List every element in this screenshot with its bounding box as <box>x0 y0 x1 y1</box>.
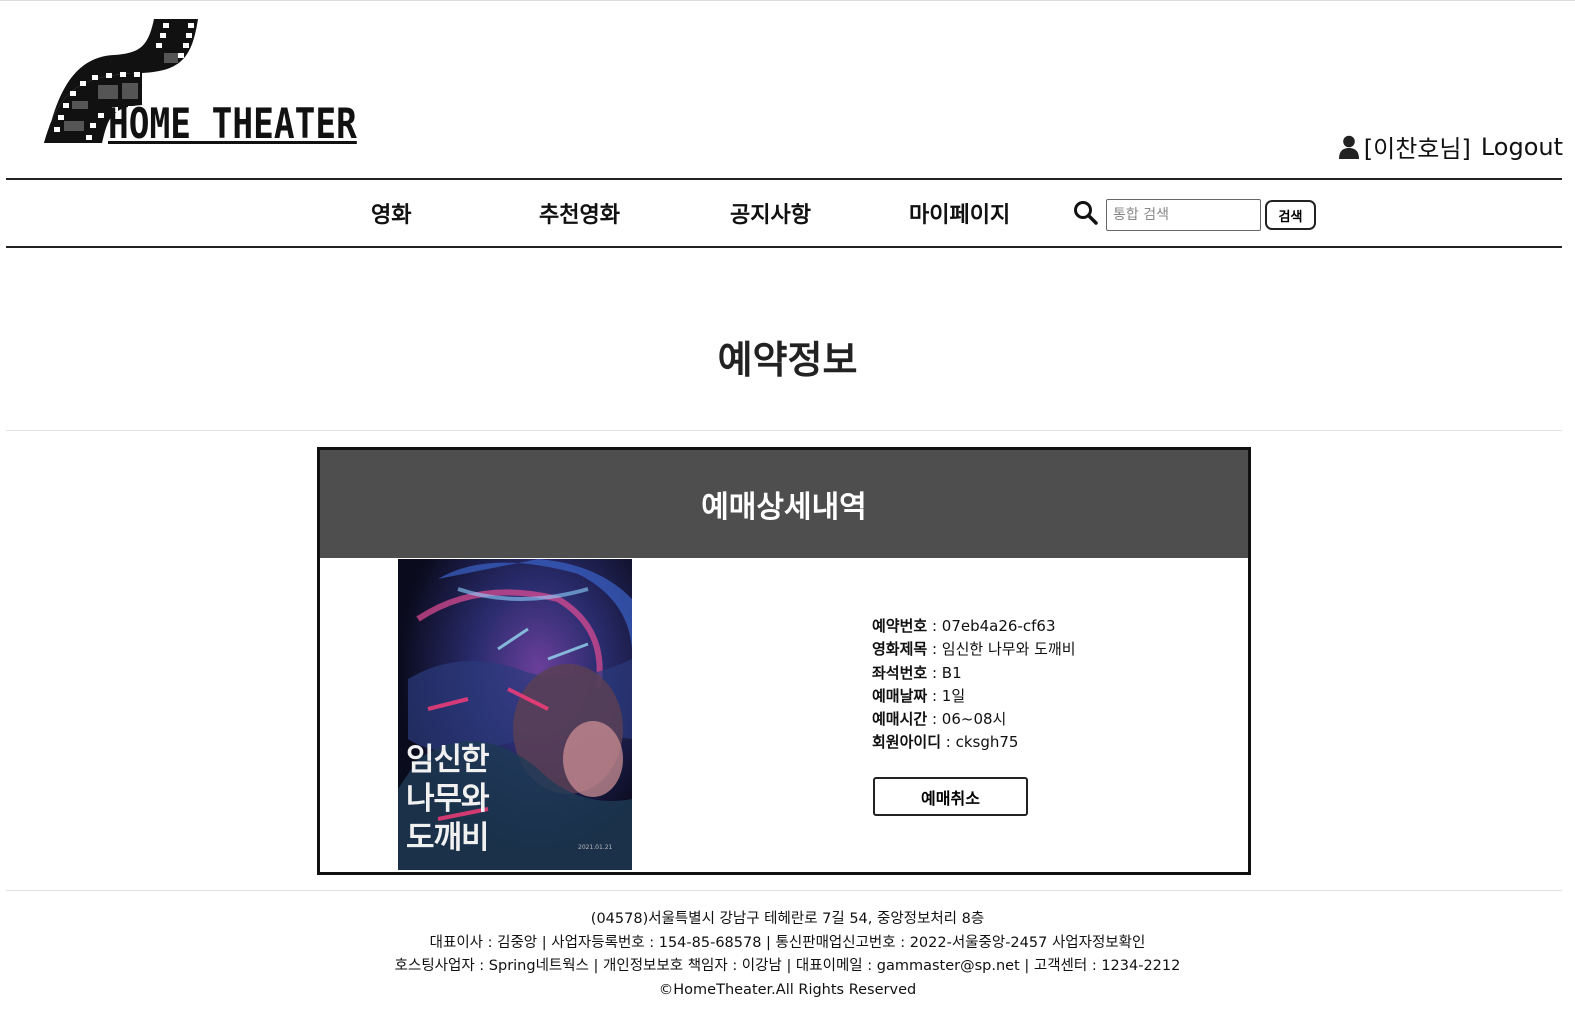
nav-item-mypage[interactable]: 마이페이지 <box>909 197 1010 229</box>
search-input[interactable] <box>1106 199 1261 231</box>
detail-row-reservation-time: 예매시간 : 06~08시 <box>872 710 1007 729</box>
search-icon[interactable] <box>1073 200 1099 230</box>
detail-row-member-id: 회원아이디 : cksgh75 <box>872 733 1019 752</box>
reservation-detail-card: 예매상세내역 2021.01.21 임신한 나무와 도깨비 예약번호: 07e… <box>317 447 1251 875</box>
user-area: [이찬호님] Logout <box>1338 129 1563 164</box>
page-title: 예약정보 <box>717 338 858 382</box>
search-button[interactable]: 검색 <box>1265 200 1316 230</box>
detail-row-seat-number: 좌석번호 : B1 <box>872 663 962 682</box>
cancel-reservation-button[interactable]: 예매취소 <box>873 777 1028 816</box>
home-theater-logo[interactable]: HOME THEATER <box>42 17 382 149</box>
reservation-details: 예약번호 : 07eb4a26-cf63 영화제목 : 임신한 나무와 도깨비 … <box>872 615 1076 755</box>
detail-row-reservation-number: 예약번호 : 07eb4a26-cf63 <box>872 617 1056 635</box>
svg-text:2021.01.21: 2021.01.21 <box>578 844 613 851</box>
poster-title: 임신한 나무와 도깨비 <box>406 742 490 856</box>
nav-divider-bottom <box>6 246 1562 248</box>
footer-address: (04578)서울특별시 강남구 테헤란로 7길 54, 중앙정보처리 8층 <box>590 911 985 927</box>
movie-poster: 2021.01.21 임신한 나무와 도깨비 <box>398 559 632 870</box>
user-icon <box>1338 135 1359 159</box>
section-divider <box>6 430 1562 431</box>
footer: (04578)서울특별시 강남구 테헤란로 7길 54, 중앙정보처리 8층 대… <box>0 908 1575 1002</box>
footer-hosting-info: 호스팅사업자 : Spring네트웍스 | 개인정보보호 책임자 : 이강남 |… <box>394 958 1181 974</box>
detail-row-reservation-date: 예매날짜 : 1일 <box>872 686 966 705</box>
logo-text: HOME THEATER <box>108 99 357 148</box>
logout-link[interactable]: Logout <box>1481 133 1563 161</box>
detail-row-movie-title: 영화제목 : 임신한 나무와 도깨비 <box>872 640 1076 659</box>
nav-item-recommended[interactable]: 추천영화 <box>539 197 620 229</box>
card-title: 예매상세내역 <box>320 450 1248 558</box>
footer-copyright: ©HomeTheater.All Rights Reserved <box>658 981 917 998</box>
footer-divider <box>6 890 1562 891</box>
nav-item-movies[interactable]: 영화 <box>371 197 411 229</box>
user-name-link[interactable]: [이찬호님] <box>1364 129 1471 164</box>
nav-divider-top <box>6 178 1562 180</box>
nav-item-notices[interactable]: 공지사항 <box>730 197 811 229</box>
footer-company-info: 대표이사 : 김중앙 | 사업자등록번호 : 154-85-68578 | 통신… <box>429 934 1146 951</box>
